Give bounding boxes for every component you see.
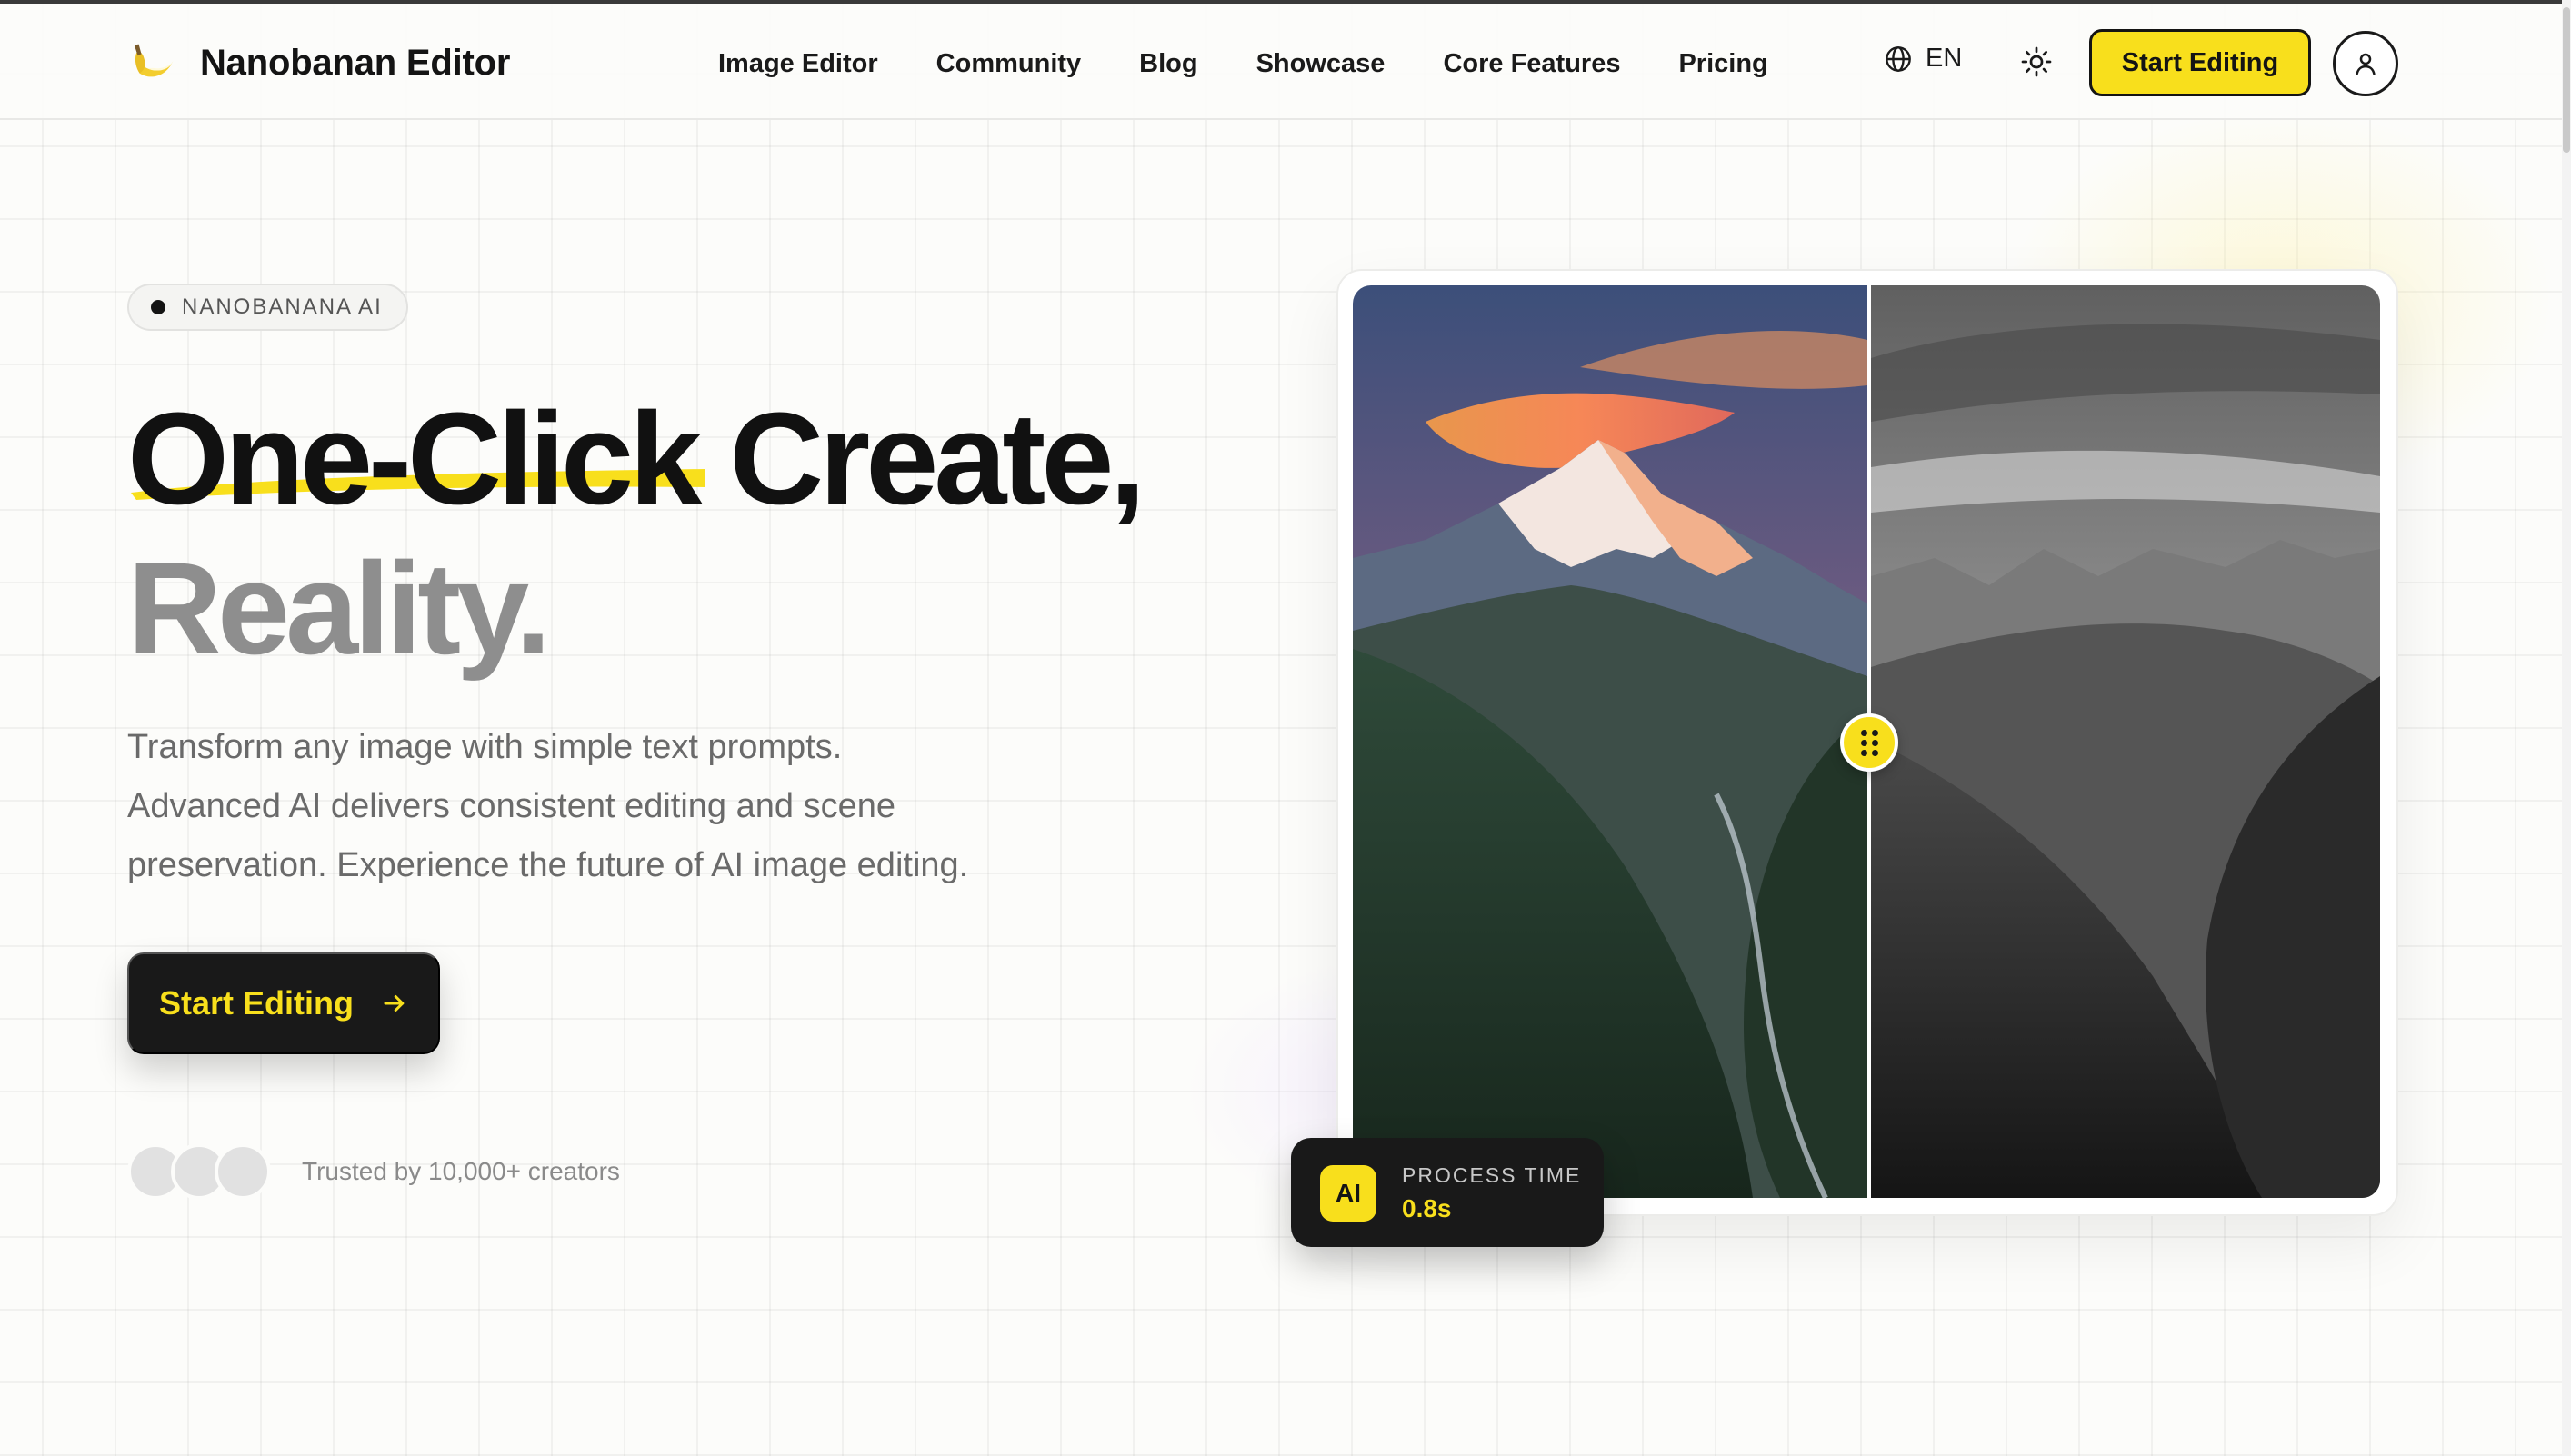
- avatar: [215, 1143, 271, 1200]
- hero-badge: NANOBANANA AI: [127, 284, 408, 331]
- nav-image-editor[interactable]: Image Editor: [718, 49, 878, 79]
- hero-start-editing-button[interactable]: Start Editing: [127, 952, 440, 1054]
- hero-headline: One-Click Create,: [127, 382, 1145, 536]
- globe-icon: [1886, 45, 1911, 72]
- description-line: Advanced AI delivers consistent editing …: [127, 787, 895, 825]
- process-time-card: AI PROCESS TIME 0.8s: [1291, 1138, 1604, 1247]
- scrollbar-thumb[interactable]: [2563, 7, 2570, 153]
- after-image-grayscale: [1871, 285, 2380, 1198]
- hero-description: Transform any image with simple text pro…: [127, 718, 1091, 895]
- account-button[interactable]: [2333, 31, 2398, 96]
- process-time-value: 0.8s: [1402, 1194, 1452, 1222]
- nav-community[interactable]: Community: [936, 49, 1082, 79]
- arrow-right-icon: [384, 995, 405, 1012]
- nav-core-features[interactable]: Core Features: [1443, 49, 1620, 79]
- description-line: Transform any image with simple text pro…: [127, 728, 843, 766]
- nav-showcase[interactable]: Showcase: [1256, 49, 1386, 79]
- hero-headline-line2: Reality.: [127, 535, 552, 682]
- nav-pricing[interactable]: Pricing: [1678, 49, 1767, 79]
- page-scrollbar[interactable]: [2562, 0, 2571, 1456]
- site-header: Nanobanan Editor Image Editor Community …: [0, 4, 2562, 120]
- main-nav: Image Editor Community Blog Showcase Cor…: [718, 36, 1768, 91]
- ai-badge: AI: [1320, 1165, 1376, 1222]
- comparison-slider-handle[interactable]: [1840, 713, 1898, 772]
- brand-name: Nanobanan Editor: [200, 42, 511, 83]
- user-icon: [2356, 53, 2376, 75]
- before-image-color: [1353, 285, 1867, 1198]
- nav-blog[interactable]: Blog: [1139, 49, 1197, 79]
- description-line: preservation. Experience the future of A…: [127, 846, 969, 884]
- cta-label: Start Editing: [159, 984, 354, 1022]
- social-proof: Trusted by 10,000+ creators: [127, 1143, 620, 1200]
- banana-icon: [134, 44, 174, 77]
- brand-logo[interactable]: Nanobanan Editor: [127, 31, 510, 95]
- sun-icon[interactable]: [2020, 45, 2053, 78]
- header-start-editing-button[interactable]: Start Editing: [2089, 29, 2311, 96]
- badge-label: NANOBANANA AI: [182, 294, 383, 319]
- language-label: EN: [1926, 44, 1963, 73]
- headline-highlight-text: One-Click: [127, 385, 702, 532]
- language-selector[interactable]: EN: [1884, 44, 1962, 74]
- headline-rest-text: Create,: [697, 385, 1145, 532]
- trusted-text: Trusted by 10,000+ creators: [302, 1157, 620, 1185]
- badge-dot: [151, 300, 165, 314]
- process-time-label: PROCESS TIME: [1402, 1163, 1582, 1187]
